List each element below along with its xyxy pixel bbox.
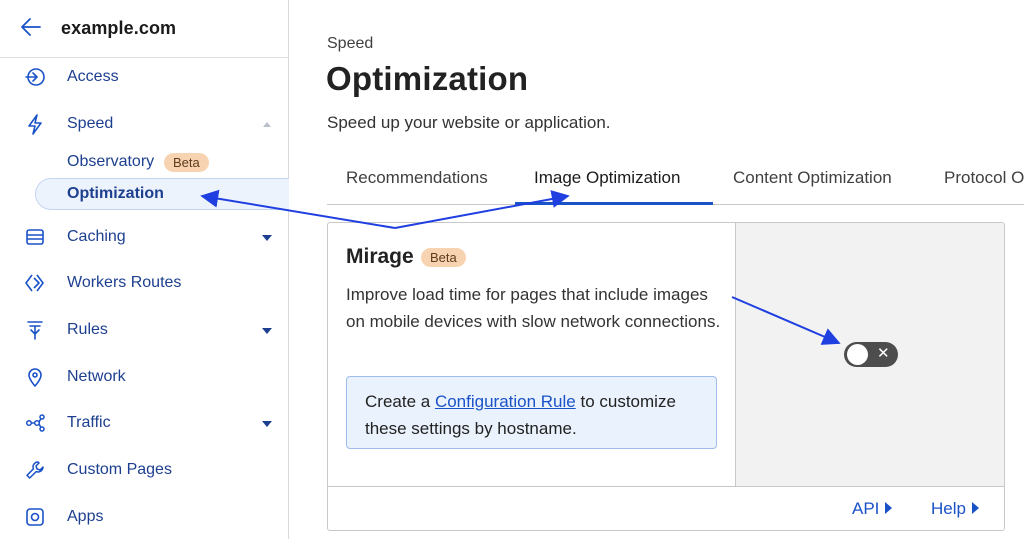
sidebar-item-label: Network bbox=[67, 368, 126, 385]
beta-badge: Beta bbox=[164, 153, 209, 172]
apps-icon bbox=[24, 506, 46, 528]
sidebar-subitem-observatory[interactable]: Observatory bbox=[67, 153, 154, 171]
workers-icon bbox=[24, 272, 46, 294]
chevron-down-icon bbox=[262, 421, 272, 427]
wrench-icon bbox=[24, 459, 46, 481]
sidebar-header: example.com bbox=[0, 0, 288, 58]
sidebar-subitem-optimization[interactable]: Optimization bbox=[35, 178, 289, 210]
caching-icon bbox=[24, 226, 46, 248]
page-title: Optimization bbox=[326, 60, 529, 97]
help-link-label: Help bbox=[931, 499, 966, 518]
page-subtitle: Speed up your website or application. bbox=[327, 113, 611, 132]
api-link-label: API bbox=[852, 499, 880, 518]
active-tab-indicator bbox=[515, 202, 713, 205]
tab-protocol-optimization[interactable]: Protocol O bbox=[944, 168, 1024, 188]
card-footer: API Help bbox=[328, 486, 1004, 530]
location-pin-icon bbox=[24, 366, 46, 388]
mirage-card: Mirage Beta Improve load time for pages … bbox=[327, 222, 1005, 531]
sidebar-item-label: Speed bbox=[67, 115, 114, 132]
sidebar-item-speed[interactable]: Speed bbox=[0, 105, 288, 143]
sidebar-item-custom-pages[interactable]: Custom Pages bbox=[0, 451, 288, 489]
info-text-prefix: Create a bbox=[365, 392, 435, 411]
sidebar-item-label: Access bbox=[67, 68, 119, 85]
sidebar-item-network[interactable]: Network bbox=[0, 358, 288, 396]
mirage-toggle[interactable]: ✕ bbox=[844, 342, 898, 367]
sidebar-item-label: Workers Routes bbox=[67, 274, 182, 291]
breadcrumb: Speed bbox=[327, 35, 374, 52]
tab-content-optimization[interactable]: Content Optimization bbox=[733, 168, 892, 188]
mirage-title: Mirage bbox=[346, 245, 414, 268]
info-box: Create a Configuration Rule to customize… bbox=[346, 376, 717, 449]
chevron-down-icon bbox=[262, 235, 272, 241]
sidebar: example.com Access Speed Observatory Bet… bbox=[0, 0, 289, 539]
sidebar-item-label: Caching bbox=[67, 228, 126, 245]
sidebar-item-apps[interactable]: Apps bbox=[0, 498, 288, 536]
rules-icon bbox=[24, 319, 46, 341]
chevron-down-icon bbox=[262, 328, 272, 334]
back-arrow-icon[interactable] bbox=[20, 16, 42, 38]
sidebar-item-label: Apps bbox=[67, 508, 104, 525]
site-name[interactable]: example.com bbox=[61, 18, 176, 39]
caret-right-icon bbox=[971, 502, 979, 514]
tab-recommendations[interactable]: Recommendations bbox=[346, 168, 488, 188]
sidebar-item-label: Custom Pages bbox=[67, 461, 172, 478]
tab-bar: Recommendations Image Optimization Conte… bbox=[327, 158, 1024, 205]
mirage-card-body: Mirage Beta Improve load time for pages … bbox=[328, 223, 735, 486]
sidebar-item-label: Rules bbox=[67, 321, 108, 338]
sidebar-item-traffic[interactable]: Traffic bbox=[0, 404, 288, 442]
tab-image-optimization[interactable]: Image Optimization bbox=[534, 168, 680, 188]
traffic-icon bbox=[24, 412, 46, 434]
close-icon: ✕ bbox=[877, 345, 890, 362]
sidebar-item-caching[interactable]: Caching bbox=[0, 218, 288, 256]
help-link[interactable]: Help bbox=[931, 499, 979, 519]
toggle-knob bbox=[847, 344, 868, 365]
sidebar-subitem-label: Optimization bbox=[67, 185, 164, 202]
access-icon bbox=[24, 66, 46, 88]
mirage-description: Improve load time for pages that include… bbox=[346, 285, 721, 331]
chevron-up-icon bbox=[263, 122, 271, 127]
sidebar-item-access[interactable]: Access bbox=[0, 58, 288, 96]
bolt-icon bbox=[24, 113, 46, 135]
sidebar-item-label: Traffic bbox=[67, 414, 111, 431]
main-content: Speed Optimization Speed up your website… bbox=[289, 0, 1024, 539]
api-link[interactable]: API bbox=[852, 499, 893, 519]
configuration-rule-link[interactable]: Configuration Rule bbox=[435, 392, 576, 411]
beta-badge: Beta bbox=[421, 248, 466, 267]
mirage-setting-panel: ✕ bbox=[735, 223, 1004, 486]
sidebar-item-workers-routes[interactable]: Workers Routes bbox=[0, 264, 288, 302]
sidebar-item-rules[interactable]: Rules bbox=[0, 311, 288, 349]
caret-right-icon bbox=[885, 502, 893, 514]
